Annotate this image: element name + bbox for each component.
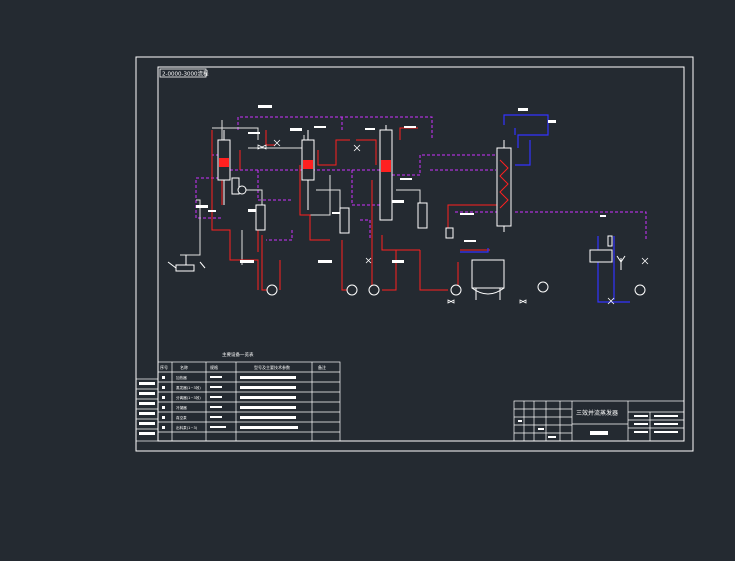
- pump-2: [346, 284, 358, 296]
- separator-2: [339, 207, 350, 234]
- table-row-2-name: 蒸发器(1~3效): [176, 385, 201, 390]
- header-params: 型号及主要技术参数: [254, 364, 290, 370]
- condenser-column: [496, 140, 512, 232]
- table-row-5-name: 真空泵: [176, 415, 187, 420]
- table-row-6-name: 出料泵(1~3): [176, 425, 198, 430]
- header-no: 序号: [160, 364, 168, 370]
- header-name: 名称: [180, 364, 188, 370]
- vacuum-pump-box: [445, 227, 454, 239]
- pump-6: [634, 284, 646, 296]
- gauge-1: [237, 185, 247, 195]
- header-remark: 备注: [318, 364, 326, 370]
- evaporator-3: [379, 125, 393, 221]
- drawing-title: 三效并流蒸发器: [576, 409, 618, 417]
- header-spec: 规格: [210, 364, 218, 370]
- separator-3: [417, 202, 428, 229]
- pump-3: [368, 284, 380, 296]
- pump-4: [450, 284, 462, 296]
- drawing-number-box: [590, 431, 608, 435]
- pump-5: [537, 281, 549, 293]
- model-space-background: [0, 0, 735, 561]
- pump-1: [266, 284, 278, 296]
- frame-tag-label: 2-0000-3000流程: [162, 70, 209, 78]
- table-row-4-name: 冷凝器: [176, 405, 187, 410]
- drawing-canvas: 2-0000-3000流程 主要设备一览表 序号 名称 规格 型号及主要技术参数…: [0, 0, 735, 561]
- table-row-1-name: 加热器: [176, 375, 187, 380]
- table-row-3-name: 分离器(1~3效): [176, 395, 201, 400]
- equipment-table-title: 主要设备一览表: [222, 351, 254, 358]
- separator-1: [255, 204, 266, 231]
